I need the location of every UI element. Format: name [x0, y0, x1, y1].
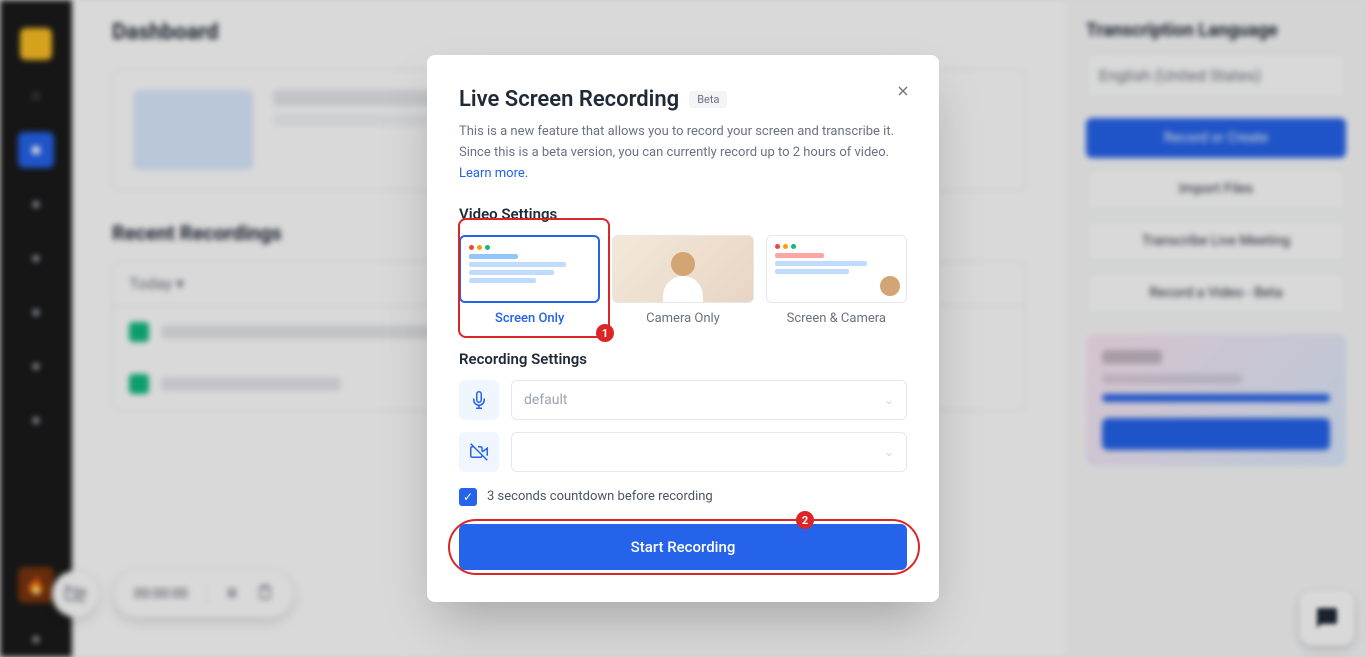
modal-overlay: Live Screen Recording Beta This is a new… — [0, 0, 1366, 657]
recording-settings-label: Recording Settings — [459, 350, 907, 368]
video-option-label: Camera Only — [612, 311, 753, 326]
chevron-down-icon: ⌄ — [884, 445, 894, 459]
video-settings-label: Video Settings — [459, 205, 907, 223]
video-option-screen-camera[interactable]: Screen & Camera — [766, 235, 907, 326]
countdown-checkbox[interactable]: ✓ — [459, 488, 477, 506]
modal-title: Live Screen Recording — [459, 87, 679, 112]
chevron-down-icon: ⌄ — [884, 393, 894, 407]
video-option-label: Screen & Camera — [766, 311, 907, 326]
camera-icon-box — [459, 432, 499, 472]
microphone-icon — [470, 391, 488, 409]
recording-modal: Live Screen Recording Beta This is a new… — [427, 55, 939, 601]
close-button[interactable] — [895, 83, 911, 104]
microphone-icon-box — [459, 380, 499, 420]
learn-more-link[interactable]: Learn more. — [459, 166, 528, 181]
beta-badge: Beta — [689, 91, 727, 108]
countdown-label: 3 seconds countdown before recording — [487, 489, 713, 504]
microphone-select[interactable]: default ⌄ — [511, 380, 907, 420]
video-option-label: Screen Only — [459, 311, 600, 326]
start-recording-button[interactable]: Start Recording — [459, 524, 907, 570]
video-options: Screen Only Camera Only — [459, 235, 907, 326]
video-option-screen-only[interactable]: Screen Only — [459, 235, 600, 326]
close-icon — [895, 83, 911, 99]
video-option-camera-only[interactable]: Camera Only — [612, 235, 753, 326]
camera-select[interactable]: ⌄ — [511, 432, 907, 472]
camera-off-icon — [470, 443, 488, 461]
modal-description: This is a new feature that allows you to… — [459, 122, 907, 184]
